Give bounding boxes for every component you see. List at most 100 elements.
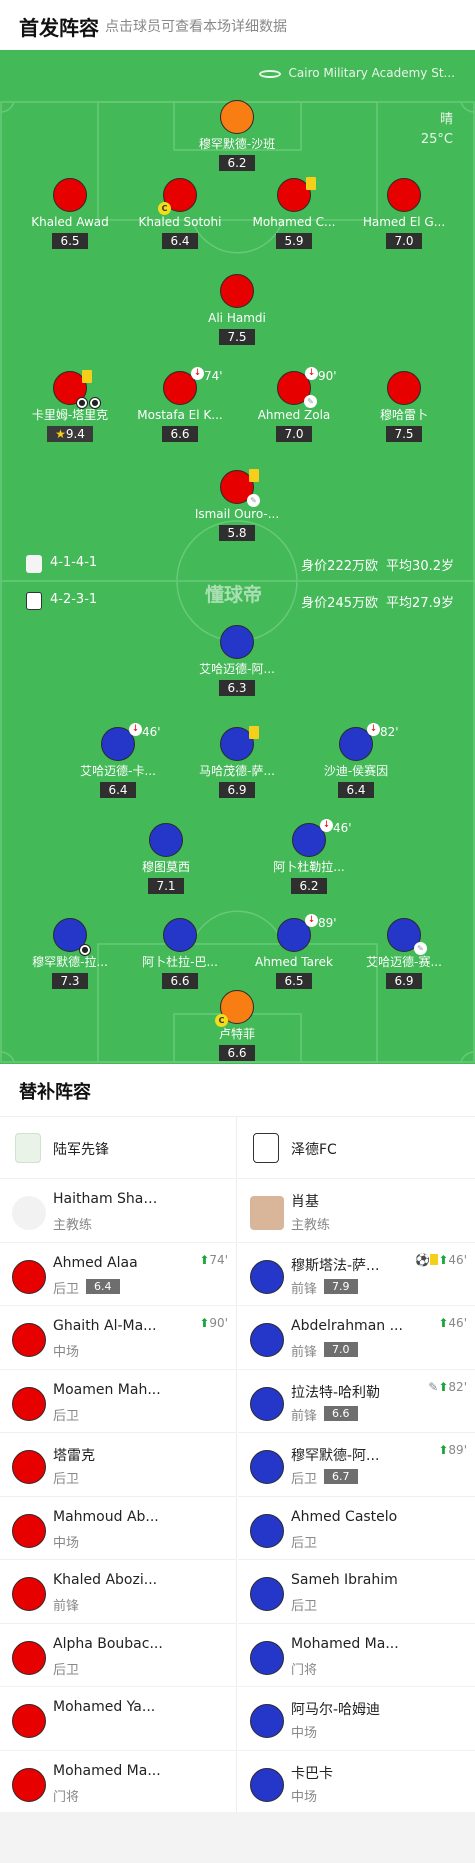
player-rating: 7.1: [148, 878, 184, 894]
player-avatar: [277, 177, 316, 212]
sub-player-row[interactable]: Mohamed Ya...: [0, 1687, 236, 1751]
home-player[interactable]: Ali Hamdi 7.5: [187, 274, 287, 345]
sub-player-row[interactable]: Mahmoud Ab... 中场: [0, 1497, 236, 1560]
player-position: 后卫: [53, 1281, 80, 1297]
player-name: 穆斯塔法-萨...: [291, 1257, 380, 1274]
away-player[interactable]: ↓ 46' 阿卜杜勒拉... 6.2: [259, 819, 359, 894]
sub-player-row[interactable]: Mohamed Ma... 门将: [0, 1751, 236, 1815]
pitch: Cairo Military Academy St... 晴 25°C 懂球帝 …: [0, 50, 475, 1064]
player-name: 艾哈迈德-赛...: [366, 955, 442, 969]
home-player[interactable]: ↓ 74' Mostafa El K... 6.6: [130, 367, 230, 442]
home-coach-row[interactable]: Haitham Shaaban 主教练: [0, 1179, 236, 1243]
sub-player-row[interactable]: Khaled Abozi... 前锋: [0, 1560, 236, 1624]
sub-player-row[interactable]: Ghaith Al-Ma... 中场 ⬆90': [0, 1306, 236, 1370]
away-coach-row[interactable]: 肖基 主教练: [238, 1179, 475, 1243]
home-player[interactable]: ✎ Ismail Ouro-... 5.8: [187, 469, 287, 541]
away-team-logo-icon: [26, 592, 42, 610]
weather-info: 晴 25°C: [421, 110, 453, 150]
home-team-logo-icon: [26, 555, 42, 573]
sub-minute: 89': [318, 916, 337, 930]
away-player[interactable]: 艾哈迈德-阿... 6.3: [187, 625, 287, 696]
player-avatar: [220, 100, 254, 134]
home-team-row[interactable]: 陆军先锋: [0, 1117, 236, 1179]
player-rating: 7.5: [219, 329, 255, 345]
away-squad-value: 身价245万欧: [301, 596, 378, 611]
away-player[interactable]: ● 穆罕默德-拉... 7.3: [20, 918, 120, 989]
goal-ball-icon: ⚽: [415, 1252, 431, 1267]
yellow-card-icon: [306, 177, 316, 190]
sub-player-row[interactable]: 拉法特-哈利勒 前锋 6.6 ✎⬆82': [238, 1370, 475, 1433]
home-player[interactable]: Khaled Awad 6.5: [20, 178, 120, 249]
player-avatar: [220, 274, 254, 308]
lineup-page: 首发阵容 点击球员可查看本场详细数据 Cairo Military Academ…: [0, 0, 475, 1863]
coach-name: Haitham Shaaban: [53, 1191, 165, 1207]
stadium-info: Cairo Military Academy St...: [258, 66, 455, 80]
home-player[interactable]: C Khaled Sotohi 6.4: [130, 178, 230, 249]
home-player[interactable]: Hamed El G... 7.0: [354, 178, 454, 249]
sub-event: ⚽ ⬆46': [415, 1253, 467, 1267]
away-player[interactable]: 马哈茂德-萨... 6.9: [187, 726, 287, 798]
sub-event: ✎⬆82': [428, 1380, 467, 1394]
player-rating: 6.7: [324, 1469, 358, 1484]
assist-boot-icon: ✎: [304, 395, 317, 408]
sub-player-row[interactable]: 阿马尔-哈姆迪 中场: [238, 1687, 475, 1751]
player-rating: ★9.4: [47, 426, 93, 442]
sub-player-row[interactable]: Mohamed Ma... 门将: [238, 1624, 475, 1687]
home-player[interactable]: 穆罕默德-沙班 6.2: [187, 100, 287, 171]
away-player[interactable]: ↓ 89' Ahmed Tarek 6.5: [244, 914, 344, 989]
player-name: Ghaith Al-Ma...: [53, 1318, 157, 1334]
player-rating: 6.4: [100, 782, 136, 798]
player-rating: 7.9: [324, 1278, 358, 1294]
yellow-card-icon: [249, 726, 259, 739]
away-player[interactable]: ↓ 46' 艾哈迈德-卡... 6.4: [68, 723, 168, 798]
away-player[interactable]: ✎ 艾哈迈德-赛... 6.9: [354, 918, 454, 989]
away-average-age: 平均27.9岁: [386, 596, 454, 611]
sub-player-row[interactable]: Ahmed Alaa 后卫 6.4 ⬆74': [0, 1243, 236, 1306]
away-player[interactable]: 阿卜杜拉-巴... 6.6: [130, 918, 230, 989]
player-avatar: [12, 1577, 46, 1611]
lineup-header: 首发阵容 点击球员可查看本场详细数据: [0, 0, 475, 50]
home-substitutes: 陆军先锋 Haitham Shaaban 主教练 Ahmed Alaa 后卫 6…: [0, 1117, 237, 1814]
sub-player-row[interactable]: Sameh Ibrahim 后卫: [238, 1560, 475, 1624]
away-team-row[interactable]: 泽德FC: [238, 1117, 475, 1179]
player-name: 卡巴卡: [291, 1765, 333, 1782]
player-name: 拉法特-哈利勒: [291, 1384, 381, 1401]
away-player[interactable]: C 卢特菲 6.6: [187, 990, 287, 1061]
sub-event: ⬆90': [199, 1316, 228, 1330]
player-position: 中场: [53, 1535, 80, 1551]
coach-name: 肖基: [291, 1194, 319, 1210]
home-player[interactable]: ● ● 卡里姆-塔里克 ★9.4: [20, 370, 120, 442]
sub-minute: 90': [209, 1316, 228, 1330]
sub-player-row[interactable]: 穆罕默德-阿... 后卫 6.7 ⬆89': [238, 1433, 475, 1497]
away-player[interactable]: 穆图莫西 7.1: [116, 823, 216, 894]
sub-out-icon: ↓: [129, 723, 142, 736]
home-squad-value: 身价222万欧: [301, 559, 378, 574]
player-avatar: C: [215, 990, 254, 1027]
sub-player-row[interactable]: Ahmed Castelo 后卫: [238, 1497, 475, 1560]
player-name: Khaled Awad: [31, 215, 109, 229]
away-player[interactable]: ↓ 82' 沙迪-侯赛因 6.4: [306, 723, 406, 798]
sub-player-row[interactable]: 塔雷克 后卫: [0, 1433, 236, 1497]
player-rating: 6.5: [52, 233, 88, 249]
player-rating: 6.6: [162, 973, 198, 989]
home-player[interactable]: ↓ ✎ 90' Ahmed Zola 7.0: [244, 367, 344, 442]
sub-player-row[interactable]: Abdelrahman ... 前锋 7.0 ⬆46': [238, 1306, 475, 1370]
player-avatar: [12, 1640, 46, 1675]
player-name: Mohamed Ma...: [291, 1635, 399, 1652]
player-position: 后卫: [291, 1599, 318, 1614]
sub-player-row[interactable]: Moamen Mah... 后卫: [0, 1370, 236, 1433]
sub-player-row[interactable]: Alpha Boubac... 后卫: [0, 1624, 236, 1687]
sub-in-icon: ⬆: [438, 1316, 449, 1330]
player-name: 阿卜杜勒拉...: [273, 860, 345, 874]
home-player[interactable]: 穆哈雷卜 7.5: [354, 371, 454, 442]
player-rating: 6.4: [86, 1278, 120, 1294]
player-name: 艾哈迈德-卡...: [80, 764, 156, 778]
sub-player-row[interactable]: 穆斯塔法-萨... 前锋 7.9 ⚽ ⬆46': [238, 1243, 475, 1306]
player-avatar: [220, 625, 254, 659]
sub-player-row[interactable]: 卡巴卡 中场: [238, 1751, 475, 1815]
captain-icon: C: [215, 1014, 228, 1027]
away-team-logo-icon: [253, 1133, 279, 1163]
home-player[interactable]: Mohamed C... 5.9: [244, 177, 344, 249]
player-avatar: ↓ 46': [101, 723, 161, 761]
player-name: 塔雷克: [53, 1448, 95, 1464]
